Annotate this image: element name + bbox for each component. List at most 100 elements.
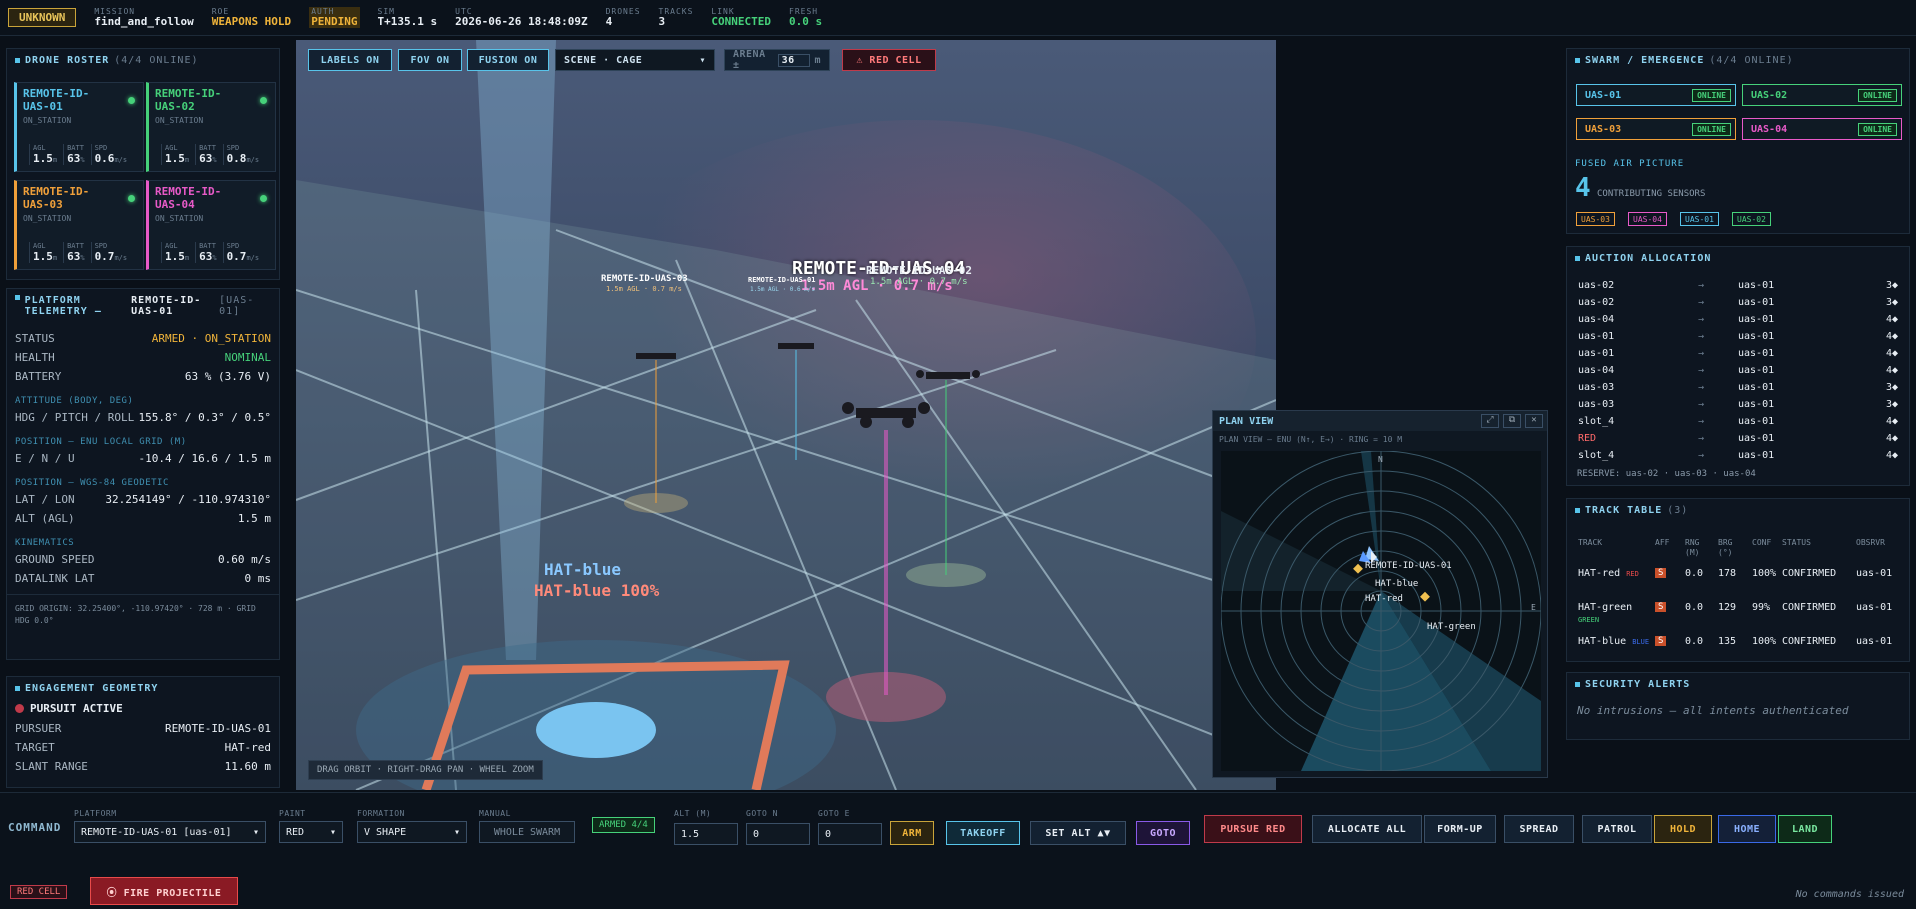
drone-name: REMOTE-ID-UAS-01 bbox=[23, 87, 90, 113]
fusion-toggle[interactable]: FUSION ON bbox=[467, 49, 549, 71]
affiliation-badge: S bbox=[1655, 602, 1667, 612]
expand-icon[interactable]: ⤢ bbox=[1481, 414, 1499, 428]
chevron-down-icon: ▾ bbox=[453, 826, 460, 838]
online-dot-icon bbox=[260, 97, 267, 104]
drone-card[interactable]: REMOTE-ID-UAS-01 ON_STATION AGL 1.5m BATT… bbox=[14, 82, 144, 172]
affiliation-badge: S bbox=[1655, 568, 1667, 578]
plan-label-hat-red: HAT-red bbox=[1365, 594, 1403, 604]
swarm-unit[interactable]: UAS-01 ONLINE bbox=[1576, 84, 1736, 106]
grid-origin-note: GRID ORIGIN: 32.25400°, -110.97420° · 72… bbox=[7, 594, 279, 627]
slant-range-row: SLANT RANGE 11.60 m bbox=[15, 760, 271, 773]
goto-e-input[interactable]: 0 bbox=[818, 823, 882, 845]
track-header: OBSRVR bbox=[1856, 538, 1885, 547]
alerts-message: No intrusions — all intents authenticate… bbox=[1577, 704, 1849, 717]
security-alerts-panel: SECURITY ALERTS No intrusions — all inte… bbox=[1566, 672, 1910, 740]
drone-uas-03 bbox=[636, 353, 676, 359]
online-dot-icon bbox=[260, 195, 267, 202]
drone-uas-01 bbox=[778, 343, 814, 349]
track-header: TRACK bbox=[1578, 538, 1603, 547]
latlon-row: LAT / LON 32.254149° / -110.974310° bbox=[15, 493, 271, 506]
scene-label-hat-blue-conf: HAT-blue 100% bbox=[534, 581, 660, 600]
pursuer-row: PURSUER REMOTE-ID-UAS-01 bbox=[15, 722, 271, 735]
fire-projectile-button[interactable]: ⦿ FIRE PROJECTILE bbox=[90, 877, 238, 905]
arena-input[interactable]: 36 bbox=[777, 53, 811, 67]
track-header: RNG (M) bbox=[1685, 538, 1700, 557]
drone-card[interactable]: REMOTE-ID-UAS-03 ON_STATION AGL 1.5m BATT… bbox=[14, 180, 144, 270]
arena-control: ARENA ± 36 m bbox=[724, 49, 830, 71]
set-alt-button[interactable]: SET ALT ▲▼ bbox=[1030, 821, 1126, 845]
chevron-down-icon: ▾ bbox=[699, 54, 706, 66]
formation-select[interactable]: V SHAPE ▾ bbox=[357, 821, 467, 843]
home-button[interactable]: HOME bbox=[1718, 815, 1776, 843]
drones-field: DRONES 4 bbox=[605, 6, 641, 28]
formation-label: FORMATION bbox=[357, 809, 405, 818]
drone-state: ON_STATION bbox=[23, 116, 72, 125]
manual-whole-swarm[interactable]: WHOLE SWARM bbox=[479, 821, 575, 843]
auction-row: uas-01 → uas-01 4◆ bbox=[1578, 348, 1899, 359]
paint-label: PAINT bbox=[279, 809, 306, 818]
command-label: COMMAND bbox=[8, 821, 62, 834]
pursuit-status: PURSUIT ACTIVE bbox=[7, 700, 279, 719]
chevron-down-icon: ▾ bbox=[252, 826, 259, 838]
swarm-unit[interactable]: UAS-04 ONLINE bbox=[1742, 118, 1902, 140]
auction-row: uas-03 → uas-01 3◆ bbox=[1578, 382, 1899, 393]
plan-view-titlebar[interactable]: PLAN VIEW ⤢ ⧉ ✕ bbox=[1213, 411, 1547, 431]
sensor-count: 4 bbox=[1575, 173, 1591, 203]
mission-field: MISSION find_and_follow bbox=[94, 6, 194, 28]
plan-label-hat-green: HAT-green bbox=[1427, 622, 1476, 632]
sensor-chip: UAS-02 bbox=[1732, 212, 1771, 226]
track-row-name[interactable]: HAT-red RED bbox=[1578, 568, 1650, 580]
arm-button[interactable]: ARM bbox=[890, 821, 934, 845]
platform-select[interactable]: REMOTE-ID-UAS-01 [uas-01] ▾ bbox=[74, 821, 266, 843]
scene-label-uas-03-sub: 1.5m AGL · 0.7 m/s bbox=[606, 285, 682, 293]
paint-select[interactable]: RED ▾ bbox=[279, 821, 343, 843]
fov-toggle[interactable]: FOV ON bbox=[398, 49, 462, 71]
target-row: TARGET HAT-red bbox=[15, 741, 271, 754]
utc-field: UTC 2026-06-26 18:48:09Z bbox=[455, 6, 588, 28]
track-header: BRG (°) bbox=[1718, 538, 1733, 557]
platform-label: PLATFORM bbox=[74, 809, 117, 818]
online-badge: ONLINE bbox=[1858, 122, 1897, 136]
red-cell-button[interactable]: ⚠ RED CELL bbox=[842, 49, 936, 71]
sensor-chip: UAS-01 bbox=[1680, 212, 1719, 226]
track-row-name[interactable]: HAT-green GREEN bbox=[1578, 602, 1650, 626]
labels-toggle[interactable]: LABELS ON bbox=[308, 49, 392, 71]
spread-button[interactable]: SPREAD bbox=[1504, 815, 1574, 843]
scene-label-uas-02-sub: 1.5m AGL · 0.7 m/s bbox=[870, 277, 968, 287]
status-row: STATUS ARMED · ON_STATION bbox=[15, 332, 271, 345]
drone-name: REMOTE-ID-UAS-04 bbox=[155, 185, 222, 211]
classification-badge: UNKNOWN bbox=[8, 8, 77, 27]
plan-view-window[interactable]: PLAN VIEW ⤢ ⧉ ✕ PLAN VIEW — ENU (N↑, E→)… bbox=[1212, 410, 1548, 778]
fused-title: FUSED AIR PICTURE bbox=[1575, 159, 1685, 169]
patrol-button[interactable]: PATROL bbox=[1582, 815, 1652, 843]
swarm-panel: SWARM / EMERGENCE (4/4 ONLINE) FUSED AIR … bbox=[1566, 48, 1910, 234]
scene-viewport[interactable]: REMOTE-ID-UAS-04 1.5m AGL · 0.7 m/s REMO… bbox=[296, 40, 1276, 790]
alerts-title: SECURITY ALERTS bbox=[1567, 673, 1909, 696]
swarm-unit[interactable]: UAS-02 ONLINE bbox=[1742, 84, 1902, 106]
goto-n-input[interactable]: 0 bbox=[746, 823, 810, 845]
popout-icon[interactable]: ⧉ bbox=[1503, 414, 1521, 428]
goto-button[interactable]: GOTO bbox=[1136, 821, 1190, 845]
close-icon[interactable]: ✕ bbox=[1525, 414, 1543, 428]
hold-button[interactable]: HOLD bbox=[1654, 815, 1712, 843]
plan-label-hat-blue: HAT-blue bbox=[1375, 579, 1419, 589]
telemetry-panel: PLATFORM TELEMETRY — REMOTE-ID-UAS-01 [U… bbox=[6, 288, 280, 660]
pursue-red-button[interactable]: PURSUE RED bbox=[1204, 815, 1302, 843]
auth-field: AUTH PENDING bbox=[309, 6, 360, 29]
alt-input[interactable]: 1.5 bbox=[674, 823, 738, 845]
drone-card[interactable]: REMOTE-ID-UAS-02 ON_STATION AGL 1.5m BATT… bbox=[146, 82, 276, 172]
auction-row: uas-04 → uas-01 4◆ bbox=[1578, 314, 1899, 325]
takeoff-button[interactable]: TAKEOFF bbox=[946, 821, 1020, 845]
scene-select[interactable]: SCENE · CAGE ▾ bbox=[555, 49, 715, 71]
alt-row: ALT (AGL) 1.5 m bbox=[15, 512, 271, 525]
track-row-name[interactable]: HAT-blue BLUE bbox=[1578, 636, 1650, 648]
swarm-unit[interactable]: UAS-03 ONLINE bbox=[1576, 118, 1736, 140]
online-badge: ONLINE bbox=[1692, 122, 1731, 136]
land-button[interactable]: LAND bbox=[1778, 815, 1832, 843]
track-header: STATUS bbox=[1782, 538, 1811, 547]
scene-label-uas-01: REMOTE-ID-UAS-01 bbox=[748, 276, 816, 284]
track-header: AFF bbox=[1655, 538, 1670, 547]
allocate-all-button[interactable]: ALLOCATE ALL bbox=[1312, 815, 1422, 843]
drone-card[interactable]: REMOTE-ID-UAS-04 ON_STATION AGL 1.5m BATT… bbox=[146, 180, 276, 270]
form-up-button[interactable]: FORM-UP bbox=[1424, 815, 1496, 843]
